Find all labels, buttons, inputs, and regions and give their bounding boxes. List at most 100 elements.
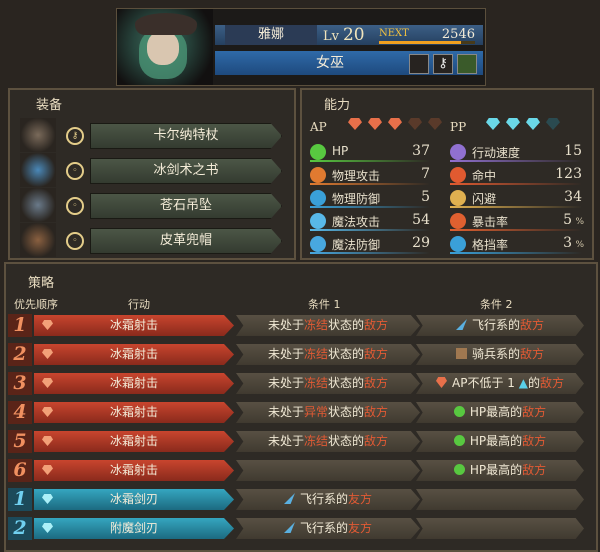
condition-2[interactable]: 骑兵系的敌方: [416, 344, 584, 365]
name-level-bar: 雅娜 Lv 20 NEXT 2546: [215, 25, 483, 45]
condition-1[interactable]: 未处于冻结状态的敌方: [236, 373, 420, 394]
strategy-row[interactable]: 4 冰霜射击 未处于异常状态的敌方 HP最高的敌方: [6, 401, 596, 424]
action-button[interactable]: 冰霜射击: [34, 315, 234, 336]
equipment-row[interactable]: ◦ 皮革兜帽: [10, 223, 294, 257]
wing-icon: [283, 493, 295, 504]
condition-1[interactable]: 未处于冻结状态的敌方: [236, 315, 420, 336]
action-label: 附魔剑刃: [109, 521, 158, 535]
condition-2[interactable]: [416, 489, 584, 510]
condition-text: HP最高的: [469, 463, 523, 477]
action-label: 冰霜射击: [109, 318, 158, 332]
priority-number: 2: [8, 343, 32, 366]
condition-2[interactable]: HP最高的敌方: [416, 460, 584, 481]
header-action: 行动: [128, 298, 150, 311]
action-button[interactable]: 冰霜剑刃: [34, 489, 234, 510]
action-button[interactable]: 冰霜射击: [34, 344, 234, 365]
equipment-name[interactable]: 苍石吊坠: [90, 193, 282, 219]
action-label: 冰霜射击: [109, 376, 158, 390]
strategy-row[interactable]: 2 附魔剑刃 飞行系的友方: [6, 517, 596, 540]
condition-2[interactable]: 飞行系的敌方: [416, 315, 584, 336]
priority-number: 6: [8, 459, 32, 482]
boot-icon: [450, 144, 466, 160]
equipment-row[interactable]: ⚷ 卡尔纳特杖: [10, 118, 294, 152]
condition-1[interactable]: [236, 460, 420, 481]
condition-2[interactable]: AP不低于 1 ▲的敌方: [416, 373, 584, 394]
stat-value: 29: [412, 235, 430, 251]
condition-text: 飞行系的: [299, 521, 348, 535]
action-button[interactable]: 冰霜射击: [34, 460, 234, 481]
condition-highlight: 敌方: [364, 405, 389, 419]
condition-text: 状态的: [328, 347, 365, 361]
ability-panel: 能力 AP PP HP 37 物理攻击 7 物理防御 5 魔法攻击 54 魔法防御 29 行动速度 1…: [300, 88, 594, 260]
equipment-row[interactable]: ◦ 冰剑术之书: [10, 153, 294, 187]
condition-1[interactable]: 未处于冻结状态的敌方: [236, 431, 420, 452]
condition-1[interactable]: 未处于冻结状态的敌方: [236, 344, 420, 365]
condition-1[interactable]: 未处于异常状态的敌方: [236, 402, 420, 423]
strategy-row[interactable]: 1 冰霜射击 未处于冻结状态的敌方 飞行系的敌方: [6, 314, 596, 337]
action-label: 冰霜剑刃: [109, 492, 158, 506]
strategy-row[interactable]: 2 冰霜射击 未处于冻结状态的敌方 骑兵系的敌方: [6, 343, 596, 366]
condition-text: 未处于: [267, 434, 304, 448]
stat-label: 暴击率: [472, 215, 509, 229]
stat-underline: [310, 160, 430, 162]
key-icon[interactable]: ⚷: [433, 54, 453, 74]
header-priority: 优先顺序: [14, 298, 58, 311]
stat-value: 37: [412, 143, 430, 159]
burst-icon: [450, 213, 466, 229]
condition-highlight: 敌方: [522, 463, 547, 477]
action-label: 冰霜射击: [109, 347, 158, 361]
condition-2[interactable]: HP最高的敌方: [416, 402, 584, 423]
heart-icon: [310, 144, 326, 160]
level: Lv 20: [323, 25, 365, 45]
action-button[interactable]: 附魔剑刃: [34, 518, 234, 539]
condition-1[interactable]: 飞行系的友方: [236, 518, 420, 539]
pendant-icon: [20, 188, 56, 222]
strategy-row[interactable]: 3 冰霜射击 未处于冻结状态的敌方 AP不低于 1 ▲的敌方: [6, 372, 596, 395]
action-button[interactable]: 冰霜射击: [34, 431, 234, 452]
condition-text: HP最高的: [469, 434, 523, 448]
condition-highlight: 敌方: [522, 434, 547, 448]
equipment-name[interactable]: 皮革兜帽: [90, 228, 282, 254]
stat-label: 命中: [472, 169, 497, 183]
condition-2[interactable]: [416, 518, 584, 539]
equipment-row[interactable]: ◦ 苍石吊坠: [10, 188, 294, 222]
action-button[interactable]: 冰霜射击: [34, 373, 234, 394]
stat-underline: [450, 183, 582, 185]
strategy-panel: 策略 优先顺序 行动 条件 1 条件 2 1 冰霜射击 未处于冻结状态的敌方 飞行系的…: [4, 262, 598, 552]
header-condition-2: 条件 2: [480, 298, 513, 311]
condition-highlight: 友方: [348, 492, 373, 506]
staff-icon: [20, 118, 56, 152]
condition-highlight: 敌方: [522, 405, 547, 419]
condition-highlight: 敌方: [520, 347, 545, 361]
stat-value: 7: [421, 166, 430, 182]
strategy-row[interactable]: 6 冰霜射击 HP最高的敌方: [6, 459, 596, 482]
condition-highlight: 敌方: [364, 318, 389, 332]
condition-highlight: 敌方: [364, 347, 389, 361]
sword-icon: [310, 167, 326, 183]
condition-text: HP最高的: [469, 405, 523, 419]
condition-highlight: 敌方: [364, 434, 389, 448]
boot-icon[interactable]: [457, 54, 477, 74]
stat-label: 行动速度: [472, 146, 521, 160]
stat-left: HP 37: [310, 142, 434, 162]
strategy-row[interactable]: 5 冰霜射击 未处于冻结状态的敌方 HP最高的敌方: [6, 430, 596, 453]
stat-underline: [450, 206, 582, 208]
key-icon: ⚷: [66, 127, 84, 145]
condition-1[interactable]: 飞行系的友方: [236, 489, 420, 510]
ability-title: 能力: [324, 98, 351, 113]
strategy-row[interactable]: 1 冰霜剑刃 飞行系的友方: [6, 488, 596, 511]
condition-2[interactable]: HP最高的敌方: [416, 431, 584, 452]
action-button[interactable]: 冰霜射击: [34, 402, 234, 423]
wing-icon: [450, 190, 466, 206]
ap-gem-icon: [428, 118, 442, 130]
equipment-name[interactable]: 卡尔纳特杖: [90, 123, 282, 149]
priority-number: 4: [8, 401, 32, 424]
condition-text: 未处于: [267, 318, 304, 332]
equipment-name[interactable]: 冰剑术之书: [90, 158, 282, 184]
empty-slot-icon[interactable]: [409, 54, 429, 74]
pp-gem-icon: [526, 118, 540, 130]
stat-underline: [310, 183, 430, 185]
pp-gem-icon: [506, 118, 520, 130]
priority-number: 2: [8, 517, 32, 540]
stat-underline: [310, 206, 430, 208]
